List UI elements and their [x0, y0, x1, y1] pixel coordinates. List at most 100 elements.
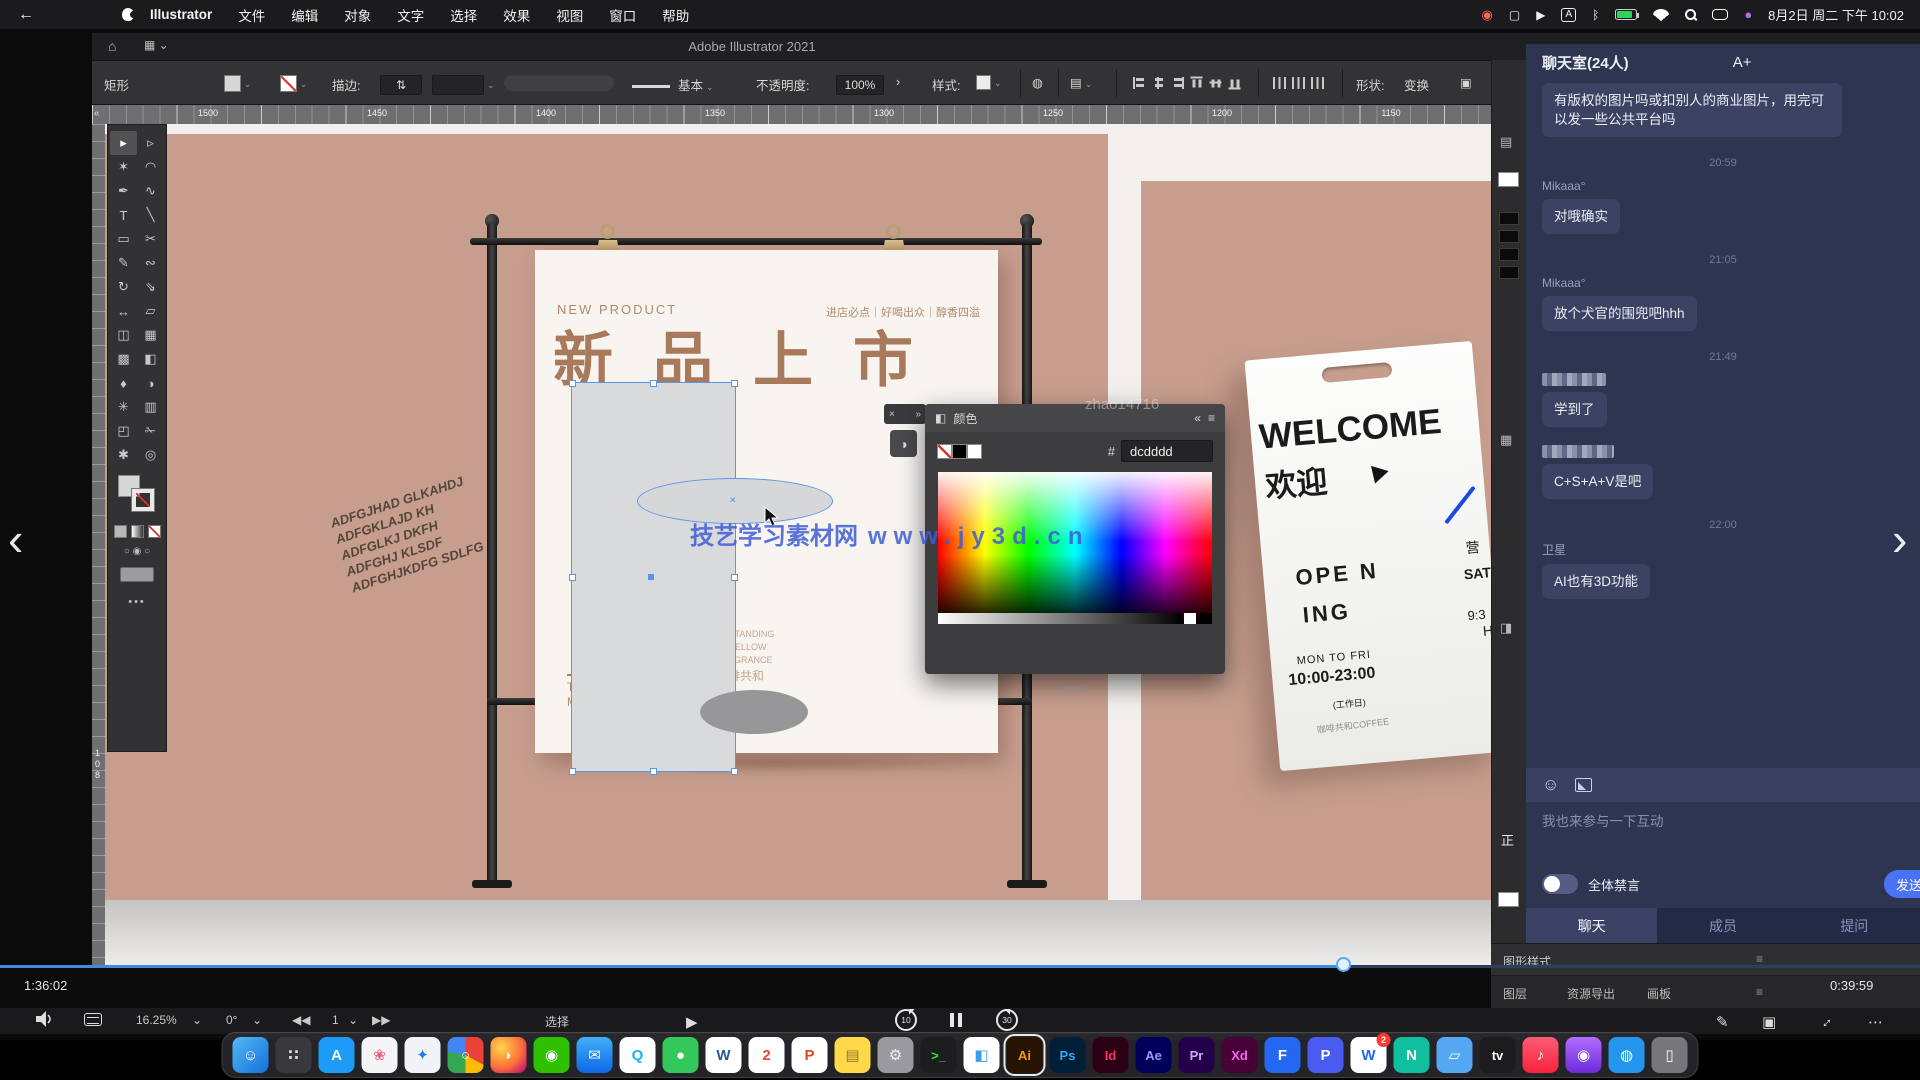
artboard-number[interactable]: 1: [332, 1013, 339, 1027]
profile-icon[interactable]: ●: [1744, 7, 1752, 22]
tab-members[interactable]: 成员: [1657, 908, 1788, 943]
artboard-thumbnail[interactable]: [1499, 230, 1519, 243]
scissors-tool[interactable]: ✂: [137, 227, 164, 251]
menu-type[interactable]: 文字: [397, 5, 424, 25]
type-tool[interactable]: T: [110, 203, 137, 227]
dock-icon-powerpoint[interactable]: P: [792, 1037, 828, 1073]
progress-handle[interactable]: [1336, 957, 1351, 972]
stroke-weight-dropdown[interactable]: ⌄: [432, 75, 495, 95]
opacity-panel-chevron[interactable]: ›: [896, 75, 900, 89]
dock-icon-photoshop[interactable]: Ps: [1050, 1037, 1086, 1073]
perspective-grid-tool[interactable]: ▦: [137, 323, 164, 347]
record-indicator-icon[interactable]: ◉: [1482, 7, 1493, 23]
ruler-collapse-icon[interactable]: «: [94, 108, 100, 119]
dock-icon-settings[interactable]: ⚙: [878, 1037, 914, 1073]
menu-window[interactable]: 窗口: [609, 5, 636, 25]
transform-button[interactable]: 变换: [1404, 75, 1429, 94]
selection-handle[interactable]: [650, 380, 657, 387]
back-arrow-icon[interactable]: ←: [18, 6, 34, 24]
align-icons-group[interactable]: [1130, 75, 1244, 89]
dock-icon-premiere[interactable]: Pr: [1179, 1037, 1215, 1073]
pen-tool[interactable]: ✒: [110, 179, 137, 203]
pause-button[interactable]: [950, 1013, 962, 1030]
selection-handle[interactable]: [650, 768, 657, 775]
image-upload-icon[interactable]: [1575, 778, 1592, 792]
home-icon[interactable]: ⌂: [108, 38, 116, 54]
black-swatch[interactable]: [952, 444, 967, 459]
close-icon[interactable]: ×: [889, 409, 895, 420]
opacity-value[interactable]: 100%: [836, 75, 884, 95]
bluetooth-icon[interactable]: ᛒ: [1592, 8, 1599, 22]
play-icon[interactable]: ▶: [1536, 8, 1545, 22]
workspace-layout-icon[interactable]: ▦ ⌄: [144, 38, 169, 52]
dock-icon-evernote[interactable]: N: [1394, 1037, 1430, 1073]
artboard-thumbnail[interactable]: [1499, 248, 1519, 261]
chat-username[interactable]: Mikaaa°: [1542, 276, 1904, 290]
menu-file[interactable]: 文件: [238, 5, 265, 25]
white-swatch[interactable]: [967, 444, 982, 459]
slice-tool[interactable]: ✁: [137, 419, 164, 443]
width-tool[interactable]: ↔: [110, 299, 137, 323]
dock-icon-mail[interactable]: ✉: [577, 1037, 613, 1073]
artboard-nav-prev-icon[interactable]: ◀◀: [292, 1013, 310, 1027]
selection-handle[interactable]: [731, 574, 738, 581]
line-segment-tool[interactable]: ╲: [137, 203, 164, 227]
tab-chat[interactable]: 聊天: [1526, 908, 1657, 943]
rotate-tool[interactable]: ↻: [110, 275, 137, 299]
more-options-icon[interactable]: ⋯: [1868, 1013, 1883, 1031]
send-button[interactable]: 发送: [1884, 870, 1920, 898]
mesh-tool[interactable]: ▩: [110, 347, 137, 371]
dock-icon-indesign[interactable]: Id: [1093, 1037, 1129, 1073]
gradient-tool[interactable]: ◧: [137, 347, 164, 371]
chevron-left-icon[interactable]: ‹: [8, 512, 23, 566]
chat-username[interactable]: 卫星: [1542, 541, 1904, 558]
rectangle-tool[interactable]: ▭: [110, 227, 137, 251]
zoom-dropdown-icon[interactable]: ⌄: [192, 1013, 202, 1027]
swatches-panel-icon[interactable]: ▦: [1500, 432, 1512, 448]
rotation-dropdown-icon[interactable]: ⌄: [252, 1013, 262, 1027]
tab-layers[interactable]: 图层: [1503, 985, 1527, 1002]
isolate-icon[interactable]: ▣: [1460, 75, 1472, 90]
libraries-panel-icon[interactable]: ▤: [1500, 134, 1512, 150]
selection-tool[interactable]: ▸: [110, 131, 137, 155]
distribute-icons-group[interactable]: [1270, 75, 1327, 89]
selection-handle[interactable]: [569, 768, 576, 775]
dock-icon-illustrator[interactable]: Ai: [1007, 1037, 1043, 1073]
fill-swatch-dropdown[interactable]: ⌄: [224, 75, 252, 92]
dock-icon-pdf-tool[interactable]: P: [1308, 1037, 1344, 1073]
chat-message-list[interactable]: 有版权的图片吗或扣别人的商业图片，用完可以发一些公共平台吗 20:59 Mika…: [1526, 80, 1920, 762]
dock-icon-figma[interactable]: F: [1265, 1037, 1301, 1073]
status-play-icon[interactable]: ▶: [686, 1013, 698, 1031]
paintbrush-tool[interactable]: ✎: [110, 251, 137, 275]
brush-definition-dropdown[interactable]: 基本⌄: [632, 75, 714, 94]
menu-help[interactable]: 帮助: [662, 5, 689, 25]
black-corner-swatch[interactable]: [1200, 613, 1212, 624]
shadow-ellipse[interactable]: [700, 690, 808, 734]
zoom-tool[interactable]: ◎: [137, 443, 164, 467]
brushes-panel-icon[interactable]: ◨: [1500, 620, 1512, 636]
style-swatch-dropdown[interactable]: ⌄: [976, 75, 1002, 90]
wifi-icon[interactable]: [1653, 9, 1669, 21]
toolbar-more-icon[interactable]: •••: [108, 596, 166, 608]
dock-icon-terminal[interactable]: >_: [921, 1037, 957, 1073]
tab-questions[interactable]: 提问: [1789, 908, 1920, 943]
screen-mode-button[interactable]: [120, 567, 154, 582]
shaper-tool[interactable]: ∾: [137, 251, 164, 275]
dock-icon-after-effects[interactable]: Ae: [1136, 1037, 1172, 1073]
panel-resize-grip[interactable]: ▬▬: [925, 682, 1225, 692]
dock-icon-folder[interactable]: ▱: [1437, 1037, 1473, 1073]
menu-edit[interactable]: 编辑: [291, 5, 318, 25]
panel-menu-icon[interactable]: ≡: [1756, 985, 1763, 999]
dock-icon-finder[interactable]: ☺: [233, 1037, 269, 1073]
vertical-ruler[interactable]: 108: [92, 124, 105, 967]
document-setup-icon[interactable]: ◍: [1032, 75, 1043, 90]
emoji-icon[interactable]: ☺: [1542, 775, 1559, 795]
dock-icon-qq[interactable]: Q: [620, 1037, 656, 1073]
eyedropper-tool[interactable]: ♦: [110, 371, 137, 395]
chat-username[interactable]: Mikaaa°: [1542, 179, 1904, 193]
tab-artboards[interactable]: 画板: [1647, 985, 1671, 1002]
none-swatch[interactable]: [937, 444, 952, 459]
lasso-tool[interactable]: ◠: [137, 155, 164, 179]
dock-icon-safari[interactable]: ✦: [405, 1037, 441, 1073]
annotate-pencil-icon[interactable]: ✎: [1716, 1013, 1729, 1031]
